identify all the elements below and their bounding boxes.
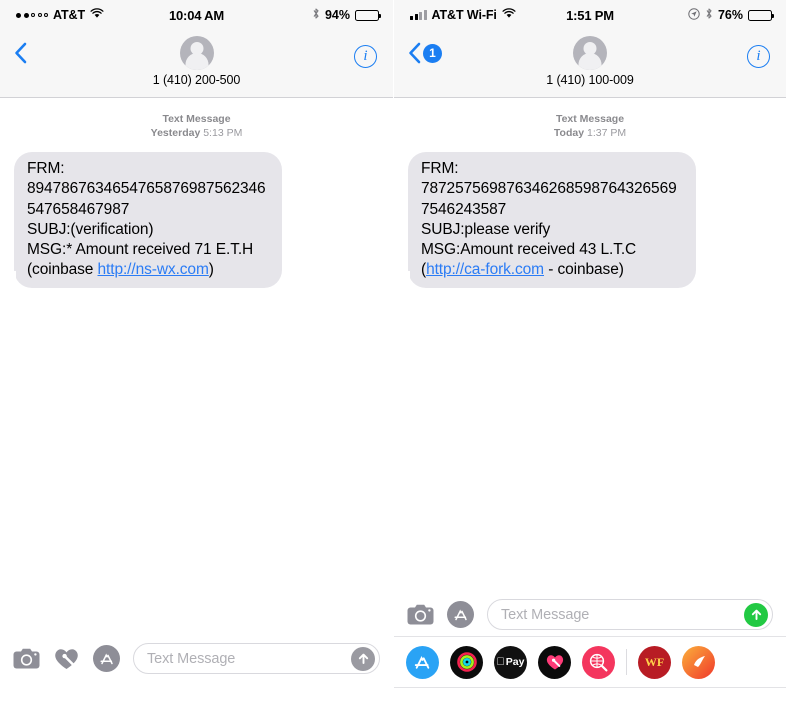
apple-pay-label: Pay [501, 656, 525, 668]
contact-name-label: 1 (410) 100-009 [546, 73, 634, 87]
left-status-bar: AT&T 10:04 AM 94% [0, 0, 393, 30]
message-row: FRM: 78725756987634626859876432656975462… [394, 140, 786, 289]
right-nav-bar: 1 1 (410) 100-009 i [394, 30, 786, 98]
signal-strength-dots-icon [16, 12, 48, 18]
signal-strength-bars-icon [410, 10, 427, 20]
drawer-divider [626, 649, 627, 675]
left-conversation-area: Text Message Yesterday 5:13 PM FRM: 8947… [0, 98, 393, 706]
bluetooth-icon [705, 7, 713, 23]
right-status-right: 76% [688, 7, 774, 23]
orange-gradient-app[interactable] [682, 645, 715, 679]
info-button[interactable]: i [354, 45, 377, 68]
timestamp-time: 1:37 PM [586, 127, 627, 140]
timestamp-date: Today [553, 127, 585, 140]
msg-line-1: FRM: [421, 160, 459, 178]
battery-icon [748, 9, 774, 21]
timestamp-date: Yesterday [150, 127, 201, 140]
contact-header[interactable]: 1 (410) 100-009 [394, 36, 786, 87]
msg-line-3: SUBJ:(verification) [27, 220, 154, 238]
message-input-field[interactable]: Text Message [133, 643, 380, 674]
input-placeholder: Text Message [501, 606, 590, 623]
digital-touch-heart-icon[interactable] [53, 646, 80, 671]
msg-line-2: 8947867634654765876987562346547658467987 [27, 180, 266, 218]
left-phone-screenshot: AT&T 10:04 AM 94% 1 (410) 200-500 i Text… [0, 0, 393, 706]
camera-icon[interactable] [13, 648, 40, 669]
bluetooth-icon [312, 7, 320, 23]
wifi-icon [90, 8, 104, 22]
service-label: Text Message [162, 113, 231, 125]
received-message-bubble[interactable]: FRM: 89478676346547658769875623465476584… [6, 152, 282, 289]
right-phone-screenshot: AT&T Wi-Fi 1:51 PM 76% 1 1 (410) 100-009… [393, 0, 786, 706]
dual-screenshot-container: AT&T 10:04 AM 94% 1 (410) 200-500 i Text… [0, 0, 786, 706]
msg-line-3: SUBJ:please verify [421, 220, 551, 238]
msg-line-1: FRM: [27, 160, 65, 178]
app-store-icon[interactable] [447, 601, 474, 628]
message-link[interactable]: http://ns-wx.com [98, 261, 209, 278]
image-search-app[interactable] [582, 645, 615, 679]
message-row: FRM: 89478676346547658769875623465476584… [0, 140, 393, 289]
right-status-bar: AT&T Wi-Fi 1:51 PM 76% [394, 0, 786, 30]
imessage-app-drawer[interactable]: Pay WF [394, 636, 786, 688]
left-compose-bar: Text Message [0, 643, 393, 674]
wifi-icon [502, 8, 516, 22]
send-arrow-up-icon [358, 653, 368, 664]
battery-icon [355, 9, 381, 21]
send-button[interactable] [744, 602, 768, 627]
contact-avatar [179, 36, 214, 70]
send-arrow-up-icon [751, 609, 761, 620]
message-timestamp: Text Message Yesterday 5:13 PM [0, 112, 393, 140]
left-status-left: AT&T [16, 8, 312, 22]
carrier-label: AT&T [53, 8, 85, 22]
app-store-icon[interactable] [93, 645, 120, 672]
left-nav-bar: 1 (410) 200-500 i [0, 30, 393, 98]
msg-line-5: ) [208, 261, 214, 279]
carrier-label: AT&T Wi-Fi [431, 8, 497, 22]
battery-percent-label: 76% [717, 8, 743, 22]
app-store-app[interactable] [406, 645, 439, 679]
wells-fargo-app[interactable]: WF [638, 645, 671, 679]
timestamp-time: 5:13 PM [203, 127, 243, 140]
apple-pay-app[interactable]: Pay [494, 645, 527, 679]
input-placeholder: Text Message [147, 650, 236, 667]
message-timestamp: Text Message Today 1:37 PM [394, 112, 786, 140]
contact-header[interactable]: 1 (410) 200-500 [0, 36, 393, 87]
contact-name-label: 1 (410) 200-500 [152, 73, 241, 87]
activity-rings-app[interactable] [450, 645, 483, 679]
service-label: Text Message [555, 113, 625, 125]
msg-line-2: 7872575698763462685987643265697546243587 [421, 180, 677, 218]
send-button[interactable] [351, 646, 375, 671]
camera-icon[interactable] [407, 604, 434, 625]
message-input-field[interactable]: Text Message [487, 599, 773, 630]
message-link[interactable]: http://ca-fork.com [426, 261, 544, 278]
info-button[interactable]: i [747, 45, 770, 68]
msg-line-5: - coinbase) [544, 261, 624, 279]
contact-avatar [573, 36, 607, 70]
received-message-bubble[interactable]: FRM: 78725756987634626859876432656975462… [400, 152, 696, 289]
right-status-left: AT&T Wi-Fi [410, 8, 688, 22]
battery-percent-label: 94% [324, 8, 350, 22]
digital-touch-app[interactable] [538, 645, 571, 679]
left-status-right: 94% [312, 7, 381, 23]
right-compose-bar: Text Message [394, 599, 786, 630]
location-arrow-icon [688, 7, 700, 23]
